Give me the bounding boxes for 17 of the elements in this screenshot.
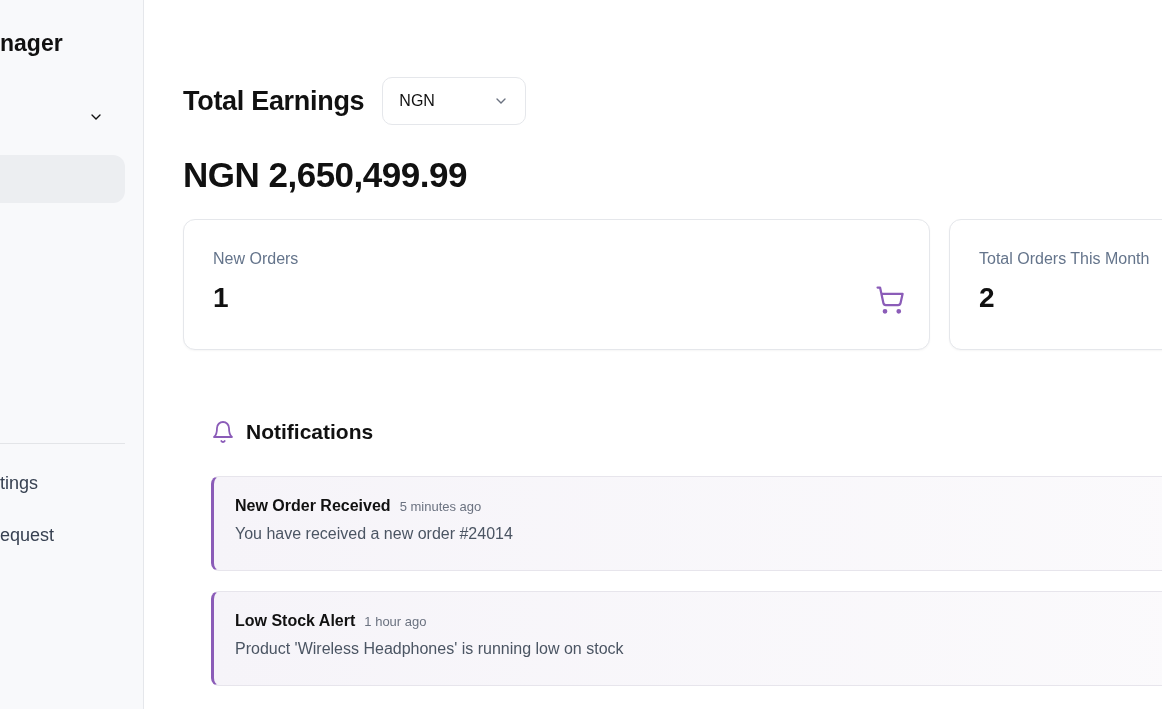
notification-message: Product 'Wireless Headphones' is running low on stock <box>235 640 624 658</box>
bell-icon <box>211 420 235 444</box>
section-title: Notifications <box>246 420 374 444</box>
notification-title: Low Stock Alert <box>235 612 356 630</box>
stat-value: 2 <box>979 282 995 314</box>
stat-value: 1 <box>213 282 229 314</box>
stat-label: New Orders <box>213 250 299 268</box>
page-title: Total Earnings <box>183 85 365 117</box>
notification-message: You have received a new order #24014 <box>235 525 513 543</box>
notification-title: New Order Received <box>235 497 391 515</box>
notification-time: 5 minutes ago <box>399 499 482 514</box>
currency-select[interactable]: NGN <box>382 77 527 125</box>
notification-time: 1 hour ago <box>364 614 427 629</box>
stat-label: Total Orders This Month <box>979 250 1150 268</box>
total-amount: NGN 2,650,499.99 <box>183 155 468 195</box>
app-title: nager <box>0 30 63 57</box>
cart-icon <box>875 284 905 315</box>
